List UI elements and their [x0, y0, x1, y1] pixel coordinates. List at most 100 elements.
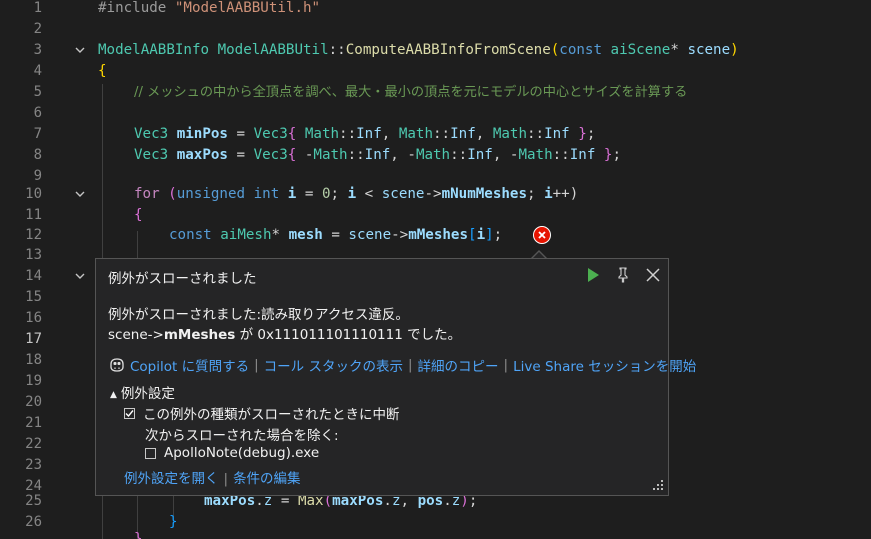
edit-conditions-link[interactable]: 条件の編集 [233, 471, 301, 487]
code-token: { [287, 126, 305, 142]
fold-chevron-icon[interactable] [72, 186, 88, 202]
pin-button[interactable] [613, 265, 633, 285]
copilot-link[interactable]: Copilot に質問する [108, 355, 249, 375]
error-icon[interactable] [533, 226, 551, 244]
code-token: unsigned [176, 186, 246, 202]
fold-chevron-icon[interactable] [72, 268, 88, 284]
code-token: Math [304, 126, 340, 142]
code-token: { [287, 147, 305, 163]
resize-grip-icon[interactable] [652, 479, 664, 491]
popup-title: 例外がスローされました [108, 271, 257, 287]
app-checkbox[interactable] [145, 447, 156, 459]
code-token: i [347, 186, 357, 202]
code-token: Vec3 [253, 147, 288, 163]
code-token: Vec3 [253, 126, 288, 142]
line-number: 16 [25, 310, 42, 326]
code-line[interactable]: 3 ModelAABBInfo ModelAABBUtil::ComputeAA… [0, 40, 871, 61]
code-token: * [271, 227, 289, 243]
code-token: } [595, 147, 613, 163]
checkmark-icon [125, 409, 134, 417]
copilot-icon [110, 358, 124, 372]
code-token: [ [468, 227, 477, 243]
code-token: = [227, 126, 254, 142]
line-number: 15 [25, 289, 42, 305]
separator: | [407, 357, 413, 373]
code-token: :: [339, 126, 357, 142]
code-line[interactable]: 4 { [0, 61, 871, 82]
code-token: maxPos [176, 147, 228, 163]
code-token: const [169, 227, 212, 243]
code-token: :: [450, 147, 468, 163]
line-number: 11 [25, 207, 42, 223]
code-token: = [227, 147, 254, 163]
line-number: 19 [25, 373, 42, 389]
line-number: 18 [25, 352, 42, 368]
code-line[interactable]: 26 } [0, 512, 871, 533]
code-line[interactable]: 11 { [0, 205, 871, 226]
code-line[interactable]: 6 [0, 103, 871, 124]
code-line[interactable]: 10 for (unsigned int i = 0; i < scene->m… [0, 184, 871, 205]
continue-button[interactable] [583, 265, 603, 285]
code-line[interactable]: 5 // メッシュの中から全頂点を調べ、最大・最小の頂点を元にモデルの中心とサイ… [0, 82, 871, 103]
code-token: ; [586, 126, 596, 142]
code-token: ) [730, 42, 739, 58]
line-number: 22 [25, 436, 42, 452]
code-token: :: [433, 126, 451, 142]
code-token: :: [552, 147, 570, 163]
open-exception-settings-link[interactable]: 例外設定を開く [124, 471, 219, 487]
line-number: 7 [33, 126, 42, 142]
code-line[interactable]: 1 #include "ModelAABBUtil.h" [0, 0, 871, 19]
code-token: Math [518, 147, 553, 163]
code-token: * [670, 42, 688, 58]
code-token: :: [328, 42, 346, 58]
break-on-throw-option[interactable]: この例外の種類がスローされたときに中断 [124, 403, 400, 423]
code-token: ] [485, 227, 494, 243]
code-token: , [390, 147, 408, 163]
code-line[interactable]: 12 const aiMesh* mesh = scene->mMeshes[i… [0, 225, 871, 246]
code-token: ( [550, 42, 560, 58]
code-token: i [476, 227, 486, 243]
code-line[interactable]: 7 Vec3 minPos = Vec3{ Math::Inf, Math::I… [0, 124, 871, 145]
copy-details-link[interactable]: 詳細のコピー [418, 355, 499, 375]
line-number: 3 [33, 42, 42, 58]
settings-header-label: 例外設定 [120, 386, 175, 402]
break-checkbox-label: この例外の種類がスローされたときに中断 [143, 407, 400, 423]
code-token: } [169, 514, 178, 530]
exception-helper-popup: 例外がスローされました 例外がスローされました:読み取りアクセス違反。 scen… [95, 258, 696, 496]
code-token: mMeshes [408, 227, 469, 243]
code-token: "ModelAABBUtil.h" [174, 0, 321, 16]
line-number: 21 [25, 415, 42, 431]
line-number-active: 17 [25, 331, 42, 347]
separator: | [254, 357, 259, 373]
code-token: Vec3 [134, 126, 169, 142]
play-icon [588, 268, 599, 282]
close-button[interactable] [643, 265, 663, 285]
call-stack-link[interactable]: コール スタックの表示 [264, 355, 403, 375]
code-token: - [407, 147, 416, 163]
collapse-triangle-icon: ▲ [110, 390, 117, 400]
code-token: Math [398, 126, 434, 142]
except-app-option[interactable]: ApolloNote(debug).exe [145, 445, 319, 461]
code-token: Inf [364, 147, 391, 163]
fold-chevron-icon[interactable] [72, 42, 88, 58]
code-token: Vec3 [134, 147, 169, 163]
copilot-link-label: Copilot に質問する [130, 359, 250, 375]
line-number: 2 [33, 21, 42, 37]
line-number: 20 [25, 394, 42, 410]
break-checkbox[interactable] [124, 407, 135, 419]
code-token: ComputeAABBInfoFromScene [345, 42, 551, 58]
code-line[interactable]: 2 [0, 19, 871, 40]
exception-message: 例外がスローされました:読み取りアクセス違反。 [108, 307, 409, 323]
code-token: , [381, 126, 399, 142]
code-line[interactable]: 8 Vec3 maxPos = Vec3{ -Math::Inf, -Math:… [0, 145, 871, 166]
code-token: mesh [288, 227, 323, 243]
code-token: Inf [356, 126, 382, 142]
code-token: ModelAABBInfo [98, 42, 210, 58]
code-token: ; [330, 186, 348, 202]
exception-settings-header[interactable]: ▲ 例外設定 [110, 382, 175, 402]
live-share-link[interactable]: Live Share セッションを開始 [513, 355, 696, 375]
